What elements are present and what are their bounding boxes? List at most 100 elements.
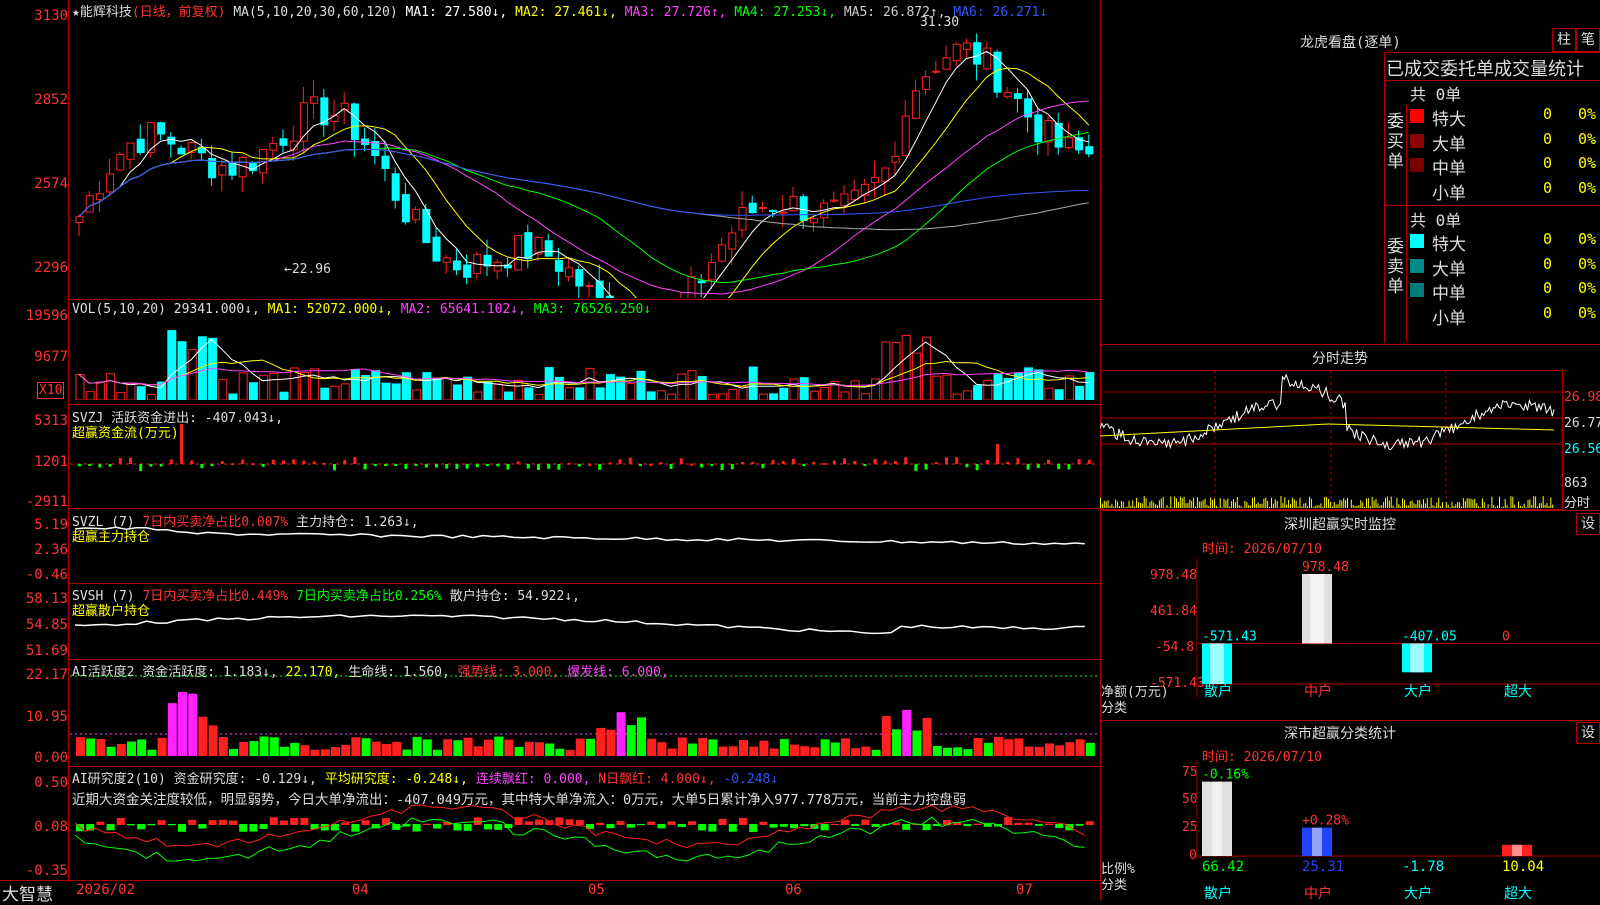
ai-research-bar (249, 824, 257, 831)
ai-active-ytick-1: 22.17 (26, 667, 68, 683)
sz-monitor-settings-button[interactable]: 设 (1576, 513, 1600, 535)
ai-active-chart[interactable] (70, 672, 1100, 764)
candle-body (892, 156, 899, 162)
sell-row-count: 0 (1543, 304, 1552, 322)
ai-active-bar (780, 739, 789, 756)
intraday-vol-bar (1414, 503, 1415, 508)
ai-research-bar (963, 824, 971, 826)
ai-research-bar (300, 818, 308, 825)
vol-unit-badge[interactable]: X10 (37, 382, 64, 399)
intraday-vol-bar (1438, 498, 1439, 508)
intraday-vol-bar (1455, 504, 1456, 508)
intraday-vol-bar (1425, 503, 1426, 508)
bar-view-button[interactable]: 柱 (1552, 28, 1576, 52)
volume-bar (576, 388, 584, 400)
volume-bar (892, 342, 900, 400)
intraday-vol-bar (1233, 499, 1234, 508)
ai-active-bar (198, 717, 207, 756)
buy-row-count: 0 (1543, 105, 1552, 123)
volume-bar (851, 381, 859, 400)
svzj-bar (588, 464, 591, 466)
ai-research-bar (413, 824, 421, 831)
svzj-bar (333, 464, 336, 470)
buy-swatch-1 (1410, 134, 1424, 148)
intraday-vol-bar (1412, 501, 1413, 508)
intraday-vol-bar (1239, 505, 1240, 508)
sz-monitor-chart[interactable]: -571.43散户978.48中户-407.05大户0超大 (1196, 558, 1600, 698)
ai-active-bar (219, 737, 228, 756)
svzl-ytick-3: -0.46 (26, 567, 68, 583)
svzj-chart[interactable] (70, 420, 1100, 508)
ai-active-bar (984, 743, 993, 756)
candle-body (86, 196, 93, 212)
ai-active-bar (576, 739, 585, 756)
ai-active-bar (1025, 747, 1034, 756)
svzj-bar (1016, 458, 1019, 464)
ai-active-bar (107, 747, 116, 756)
ai-research-bar (382, 818, 390, 825)
intraday-vol-bar (1366, 498, 1367, 508)
intraday-vol-bar (1189, 500, 1190, 508)
intraday-vol-bar (1155, 504, 1156, 508)
intraday-vol-bar (1433, 505, 1434, 508)
sz-class-divider (1100, 720, 1600, 721)
intraday-vol-bar (1205, 499, 1206, 508)
ai-active-bar (402, 750, 411, 756)
svzj-bar (557, 464, 560, 470)
intraday-vol-bar (1374, 501, 1375, 508)
candle-body (1045, 121, 1052, 143)
svzj-bar (119, 458, 122, 464)
sz-monitor-date: 时间: 2026/07/10 (1202, 538, 1322, 557)
buy-swatch-0 (1410, 109, 1424, 123)
intraday-vol-bar (1358, 505, 1359, 508)
candle-body (158, 123, 165, 134)
candle-body (882, 168, 889, 181)
divider-svsh (68, 583, 1102, 584)
volume-chart[interactable] (70, 315, 1100, 400)
intraday-vol-bar (1309, 497, 1310, 508)
svzj-bar (445, 464, 448, 469)
intraday-vol-bar (1254, 497, 1255, 508)
svzj-bar (925, 464, 928, 470)
brand-logo[interactable]: 大智慧 (2, 880, 53, 905)
ai-active-bar (494, 737, 503, 756)
ai-research-bar (555, 817, 563, 825)
candle-body (402, 195, 409, 222)
candle-body (780, 212, 787, 213)
ai-research-bar (821, 824, 829, 830)
xaxis-date-4: 06 (785, 882, 802, 898)
ma3-line (79, 101, 1089, 294)
intraday-vol-bar (1528, 500, 1529, 508)
sz-class-chart[interactable]: -0.16%66.42散户+0.28%25.31中户-1.78大户10.04超大 (1196, 760, 1600, 900)
svzj-bar (435, 464, 438, 468)
intraday-chart[interactable] (1100, 370, 1562, 508)
svzj-bar (486, 464, 489, 466)
ai-research-bar (984, 824, 992, 827)
intraday-vol-bar (1102, 503, 1103, 508)
volume-bar (780, 388, 788, 400)
intraday-avg-line (1100, 424, 1554, 436)
svzj-bar (527, 464, 530, 469)
intraday-vol-bar (1250, 506, 1251, 508)
candle-body (127, 143, 134, 159)
ai-research-bar (902, 824, 910, 830)
volume-bar (188, 350, 196, 400)
svsh-chart[interactable] (70, 588, 1100, 658)
svzl-chart[interactable] (70, 512, 1100, 582)
buy-row-count: 0 (1543, 179, 1552, 197)
ai-research-chart[interactable] (70, 796, 1100, 880)
intraday-vol-bar (1265, 498, 1266, 508)
candlestick-chart[interactable] (70, 18, 1100, 298)
ai-active-bar (331, 747, 340, 756)
intraday-vol-bar (1186, 503, 1187, 508)
ai-active-bar (127, 741, 136, 756)
sz-class-settings-button[interactable]: 设 (1576, 722, 1600, 744)
intraday-vol-bar (1193, 498, 1194, 508)
ma5-line (79, 149, 1089, 229)
detail-view-button[interactable]: 笔 (1576, 28, 1600, 52)
sz-class-category: 大户 (1404, 885, 1432, 900)
svzj-bar (415, 464, 418, 466)
candle-body (107, 174, 114, 192)
sz-class-category: 散户 (1204, 885, 1232, 900)
intraday-vol-bar (1507, 505, 1508, 508)
